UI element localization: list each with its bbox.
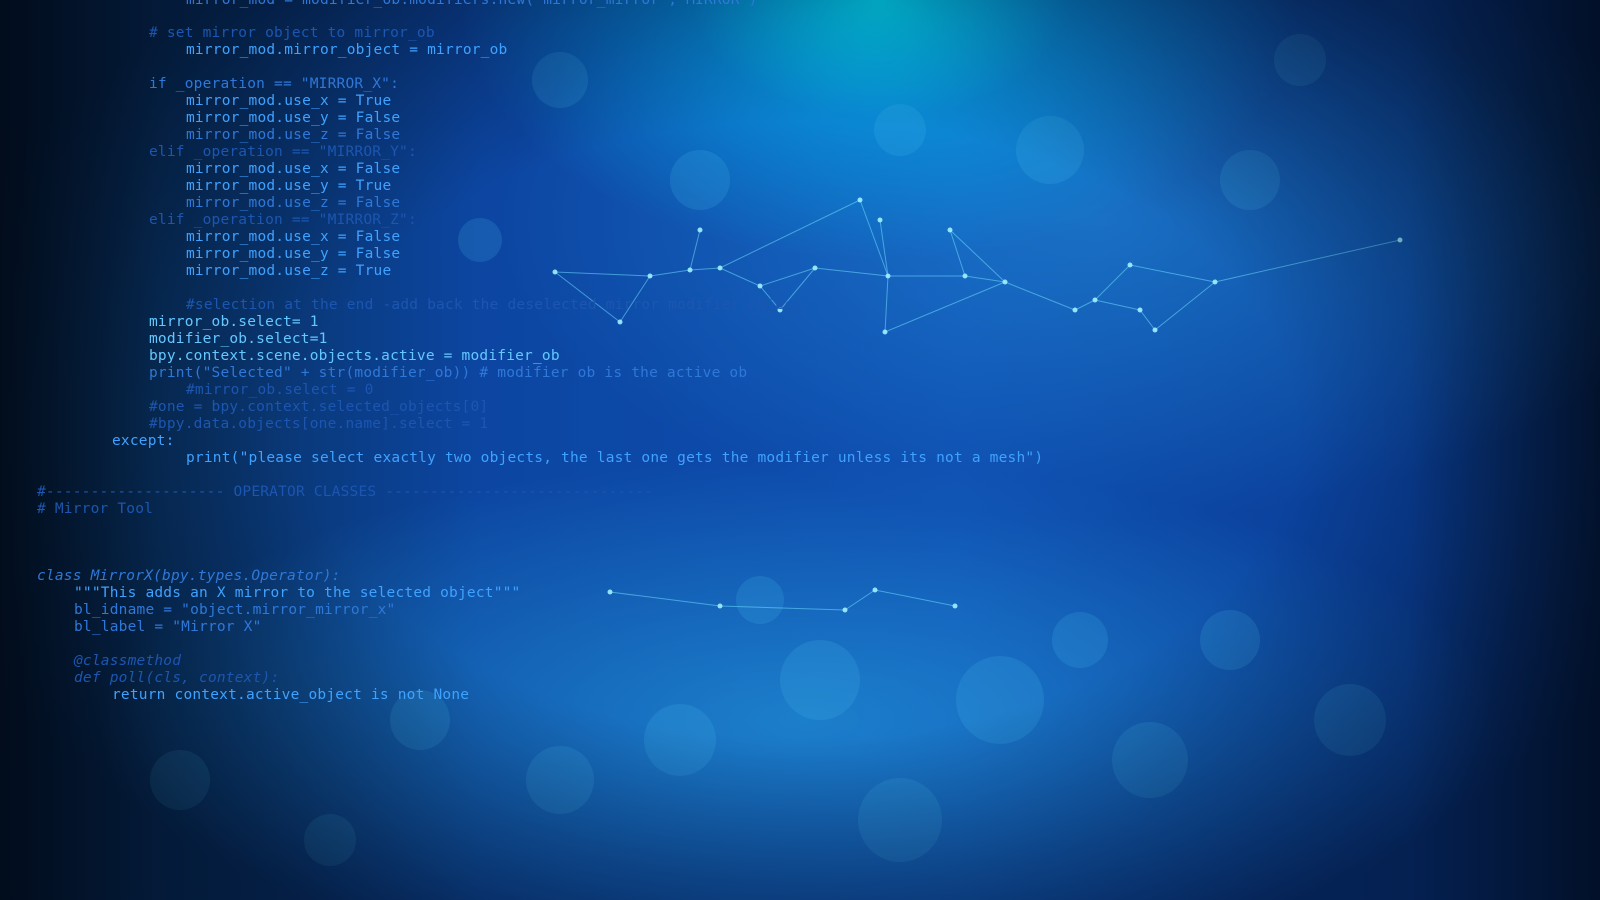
code-line: elif _operation == "MIRROR_Z": xyxy=(149,212,417,228)
code-line: bl_idname = "object.mirror_mirror_x" xyxy=(74,602,396,618)
code-line: def poll(cls, context): xyxy=(74,670,280,686)
code-line: mirror_mod.use_z = True xyxy=(186,263,392,279)
code-line: """This adds an X mirror to the selected… xyxy=(74,585,521,601)
code-line: bpy.context.scene.objects.active = modif… xyxy=(149,348,560,364)
code-line: #bpy.data.objects[one.name].select = 1 xyxy=(149,416,489,432)
code-line: #one = bpy.context.selected_objects[0] xyxy=(149,399,489,415)
code-line: class MirrorX(bpy.types.Operator): xyxy=(37,568,341,584)
code-line: mirror_mod.use_z = False xyxy=(186,127,401,143)
code-line: # set mirror object to mirror_ob xyxy=(149,25,435,41)
code-line: mirror_mod.use_x = True xyxy=(186,93,392,109)
code-line: print("Selected" + str(modifier_ob)) # m… xyxy=(149,365,748,381)
code-line: #selection at the end -add back the dese… xyxy=(186,297,803,313)
code-line: mirror_mod.use_y = True xyxy=(186,178,392,194)
code-line: # Mirror Tool xyxy=(37,501,154,517)
code-line: mirror_mod.mirror_object = mirror_ob xyxy=(186,42,508,58)
code-line: #mirror_ob.select = 0 xyxy=(186,382,374,398)
code-line: mirror_mod.use_x = False xyxy=(186,161,401,177)
code-line: return context.active_object is not None xyxy=(112,687,470,703)
code-line: mirror_mod.use_y = False xyxy=(186,246,401,262)
code-line: print("please select exactly two objects… xyxy=(186,450,1044,466)
code-line: modifier_ob.select=1 xyxy=(149,331,328,347)
code-line: mirror_mod = modifier_ob.modifiers.new("… xyxy=(186,0,758,8)
code-line: bl_label = "Mirror X" xyxy=(74,619,262,635)
code-line: if _operation == "MIRROR_X": xyxy=(149,76,400,92)
code-line: elif _operation == "MIRROR_Y": xyxy=(149,144,417,160)
code-line: mirror_ob.select= 1 xyxy=(149,314,319,330)
code-line: #-------------------- OPERATOR CLASSES -… xyxy=(37,484,654,500)
code-line: @classmethod xyxy=(74,653,182,669)
code-line: mirror_mod.use_z = False xyxy=(186,195,401,211)
code-line: mirror_mod.use_x = False xyxy=(186,229,401,245)
code-line: except: xyxy=(112,433,175,449)
code-overlay: mirror_mod = modifier_ob.modifiers.new("… xyxy=(0,0,1600,900)
code-line: mirror_mod.use_y = False xyxy=(186,110,401,126)
